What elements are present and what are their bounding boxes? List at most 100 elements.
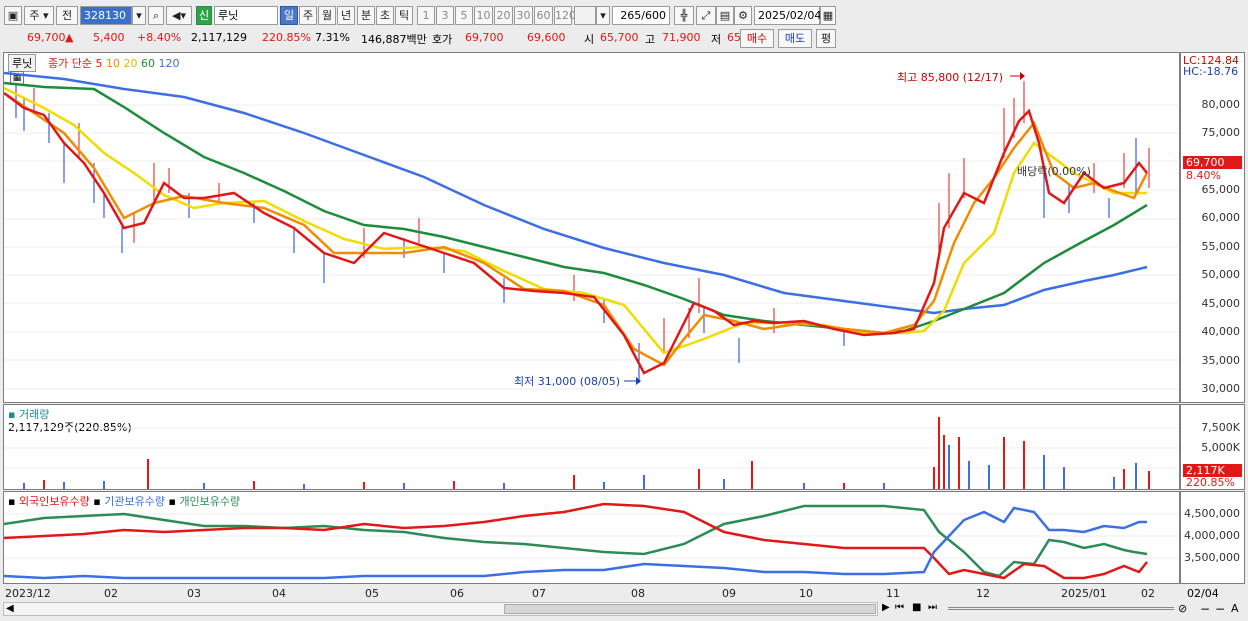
y-tick: 35,000 bbox=[1201, 354, 1241, 367]
minute-5[interactable]: 5 bbox=[455, 6, 473, 25]
y-tick: 75,000 bbox=[1201, 126, 1241, 139]
minute-1[interactable]: 1 bbox=[417, 6, 435, 25]
candle-tool-icon[interactable]: ╬ bbox=[674, 6, 694, 25]
interval-dropdown-icon[interactable]: ▾ bbox=[596, 6, 610, 25]
eval-button[interactable]: 평 bbox=[816, 29, 836, 48]
volume-value: 2,117,129 bbox=[191, 31, 247, 44]
x-label: 12 bbox=[976, 587, 990, 600]
ma5-line bbox=[4, 92, 1148, 375]
minute-10[interactable]: 10 bbox=[474, 6, 493, 25]
x-label: 2025/01 bbox=[1061, 587, 1107, 600]
scroll-right-icon[interactable]: ▶ bbox=[882, 602, 890, 613]
y-tick: 45,000 bbox=[1201, 297, 1241, 310]
x-label: 06 bbox=[450, 587, 464, 600]
date-field[interactable]: 2025/02/04 bbox=[754, 6, 821, 25]
minute-60[interactable]: 60 bbox=[534, 6, 553, 25]
scroll-thumb[interactable] bbox=[504, 604, 876, 614]
candles bbox=[15, 81, 1150, 383]
bid-price: 69,600 bbox=[527, 31, 566, 44]
minute-3[interactable]: 3 bbox=[436, 6, 454, 25]
toolbar: ▣ 주 ▾ 전 328130 ▾ ⌕ ◀▾ 신 루닛 일 주 월 년 분 초 틱… bbox=[0, 0, 1248, 28]
low-annotation: 최저 31,000 (08/05) bbox=[514, 375, 621, 388]
volume-pct-tag: 220.85% bbox=[1186, 476, 1235, 489]
current-pct-tag: 8.40% bbox=[1186, 169, 1221, 182]
tab-week[interactable]: 주 bbox=[299, 6, 317, 25]
last-page-icon[interactable]: ⏭ bbox=[928, 602, 937, 613]
x-label: 02 bbox=[1141, 587, 1155, 600]
line-tool-icon[interactable]: ⤢ bbox=[696, 6, 716, 25]
dividend-annotation: 배당락(0.00%) bbox=[1017, 165, 1091, 178]
high-arrow-head bbox=[1020, 72, 1025, 80]
minus-icon[interactable]: − bbox=[1200, 602, 1210, 616]
volume-y-tick: 7,500K bbox=[1201, 421, 1240, 434]
x-label: 07 bbox=[532, 587, 546, 600]
price-y-axis[interactable]: LC:124.84 HC:-18.76 80,000 75,000 69,700… bbox=[1180, 52, 1245, 403]
volume-bars-svg bbox=[4, 417, 1179, 489]
minute-120[interactable]: 120 bbox=[554, 6, 576, 25]
tab-year[interactable]: 년 bbox=[337, 6, 355, 25]
stop-icon[interactable]: ■ bbox=[912, 602, 921, 613]
first-page-icon[interactable]: ⏮ bbox=[895, 602, 904, 613]
y-tick: 40,000 bbox=[1201, 325, 1241, 338]
tab-month[interactable]: 월 bbox=[318, 6, 336, 25]
save-icon[interactable]: ▤ bbox=[716, 6, 734, 25]
custom-interval-field[interactable] bbox=[574, 6, 596, 25]
y-tick: 55,000 bbox=[1201, 240, 1241, 253]
y-tick: 50,000 bbox=[1201, 268, 1241, 281]
holding-y-tick: 4,000,000 bbox=[1184, 529, 1240, 542]
tab-tick[interactable]: 틱 bbox=[395, 6, 413, 25]
x-label: 03 bbox=[187, 587, 201, 600]
buy-button[interactable]: 매수 bbox=[740, 29, 774, 48]
calendar-icon[interactable]: ▦ bbox=[820, 6, 836, 25]
current-price-tag: 69,700 bbox=[1183, 156, 1242, 169]
high-annotation: 최고 85,800 (12/17) bbox=[897, 71, 1004, 84]
count-total: /600 bbox=[641, 9, 666, 22]
zoom-slider[interactable] bbox=[948, 607, 1174, 610]
y-tick: 60,000 bbox=[1201, 211, 1241, 224]
count-value: 265 bbox=[620, 9, 642, 22]
institution-line bbox=[4, 506, 1147, 580]
holding-panel[interactable]: ▪ 외국인보유수량 ▪ 기관보유수량 ▪ 개인보유수량 bbox=[3, 491, 1180, 584]
minus-line-icon[interactable]: − bbox=[1215, 602, 1225, 616]
tab-day[interactable]: 일 bbox=[280, 6, 298, 25]
ma10-line bbox=[4, 91, 1149, 367]
layout-icon[interactable]: ▣ bbox=[4, 6, 22, 25]
stock-code-input[interactable]: 328130 bbox=[80, 6, 132, 25]
low-label: 저 bbox=[711, 33, 722, 46]
x-axis-right-label: 02/04 bbox=[1187, 587, 1219, 600]
scroll-left-icon[interactable]: ◀ bbox=[6, 603, 14, 614]
holding-chart-svg bbox=[4, 502, 1179, 580]
volume-panel[interactable]: ▪ 거래량 2,117,129주(220.85%) bbox=[3, 404, 1180, 490]
search-icon[interactable]: ⌕ bbox=[148, 6, 164, 25]
open-value: 65,700 bbox=[600, 31, 639, 44]
jeon-button[interactable]: 전 bbox=[56, 6, 78, 25]
text-size-icon[interactable]: A bbox=[1231, 602, 1239, 615]
bid-label: 호가 bbox=[432, 33, 453, 46]
count-field[interactable]: 265/600 bbox=[612, 6, 670, 25]
x-label: 2023/12 bbox=[5, 587, 51, 600]
amount-value: 146,887백만 bbox=[361, 33, 427, 46]
stock-name-field[interactable]: 루닛 bbox=[214, 6, 278, 25]
x-label: 11 bbox=[886, 587, 900, 600]
minute-30[interactable]: 30 bbox=[514, 6, 533, 25]
gear-icon[interactable]: ⚙ bbox=[734, 6, 752, 25]
x-label: 04 bbox=[272, 587, 286, 600]
price-gridlines bbox=[4, 104, 1179, 390]
price-chart-panel[interactable]: 루닛 종가 단순 5 10 20 60 120 ▦ 최고 85,800 (12/… bbox=[3, 52, 1180, 403]
period-select[interactable]: 주 ▾ bbox=[24, 6, 54, 25]
minute-20[interactable]: 20 bbox=[494, 6, 513, 25]
bottom-scrollbar[interactable]: ◀ bbox=[3, 602, 878, 616]
speaker-icon[interactable]: ◀▾ bbox=[166, 6, 192, 25]
change-value: 5,400 bbox=[93, 31, 125, 44]
ma20-line bbox=[4, 86, 1147, 355]
volume-y-axis[interactable]: 7,500K 5,000K 2,117K 220.85% bbox=[1180, 404, 1245, 490]
holding-y-axis[interactable]: 4,500,000 4,000,000 3,500,000 bbox=[1180, 491, 1245, 584]
change-pct: +8.40% bbox=[137, 31, 182, 44]
tab-minute[interactable]: 분 bbox=[357, 6, 375, 25]
sell-button[interactable]: 매도 bbox=[778, 29, 812, 48]
code-dropdown-icon[interactable]: ▾ bbox=[132, 6, 146, 25]
price-value: 69,700 bbox=[27, 31, 66, 44]
quote-bar: 69,700 ▲ 5,400 +8.40% 2,117,129 220.85% … bbox=[0, 28, 1248, 50]
zoom-icon[interactable]: ⊘ bbox=[1178, 602, 1187, 615]
tab-second[interactable]: 초 bbox=[376, 6, 394, 25]
